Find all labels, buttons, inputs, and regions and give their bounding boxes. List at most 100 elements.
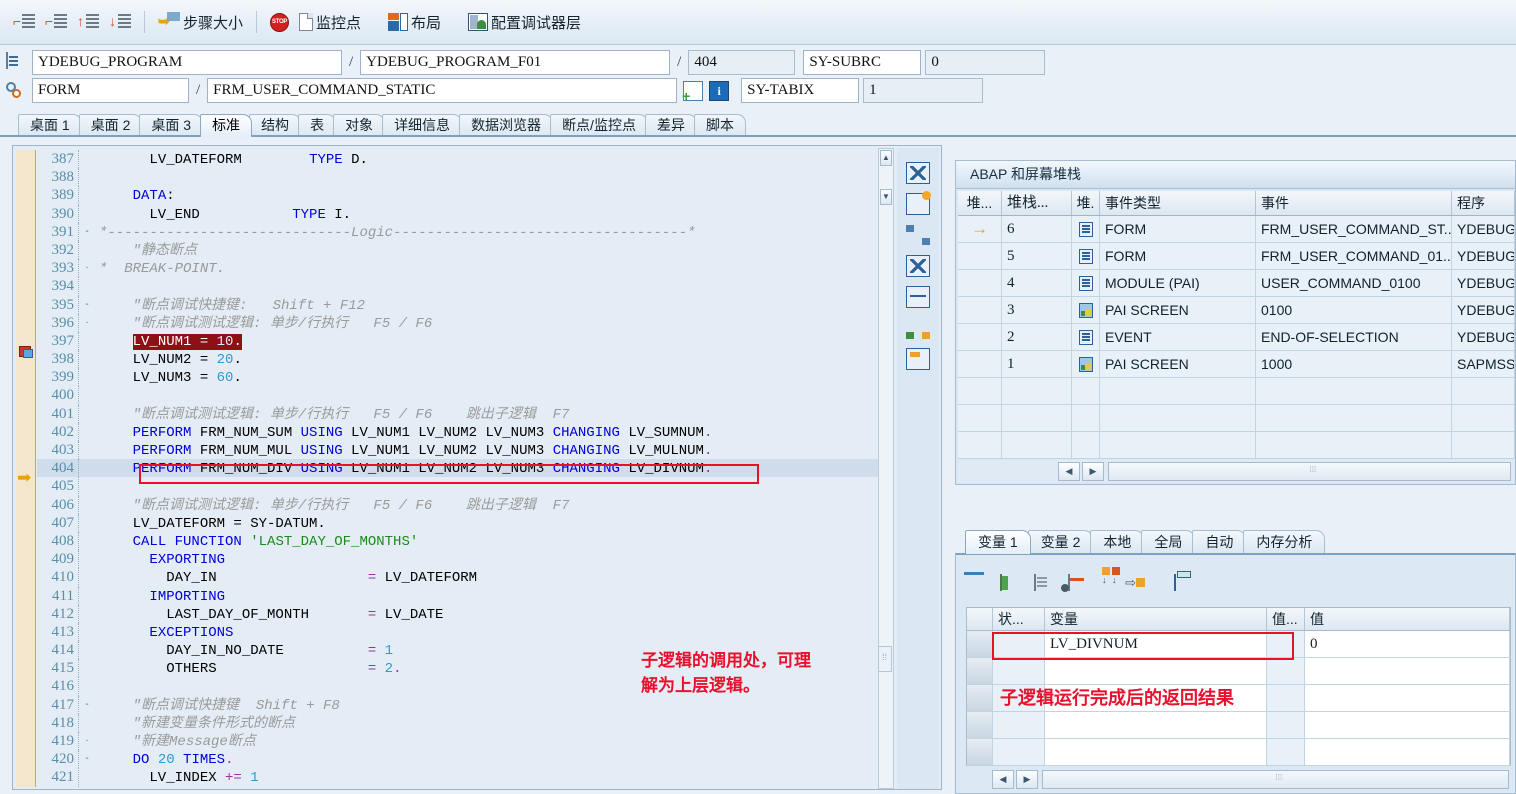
var-scroll-track[interactable] xyxy=(1042,769,1509,789)
variable-name[interactable] xyxy=(1045,739,1267,765)
code-line[interactable]: 421 LV_INDEX += 1 xyxy=(37,768,892,787)
transfer-icon[interactable]: ⇨ xyxy=(1125,575,1158,595)
compare-icon[interactable]: ↓ ↓ xyxy=(1102,567,1124,595)
swap-windows-icon[interactable] xyxy=(906,224,930,246)
variables-row[interactable] xyxy=(966,658,1511,685)
tab-1[interactable]: 桌面 2 xyxy=(78,114,143,137)
var-scroll-right-button[interactable]: ▶ xyxy=(1016,769,1038,789)
tab-11[interactable]: 脚本 xyxy=(693,114,746,137)
fold-marker[interactable]: - xyxy=(79,696,95,714)
variable-name[interactable] xyxy=(1045,658,1267,684)
config-debugger-layer-button[interactable]: 配置调试器层 xyxy=(463,5,586,39)
code-line[interactable]: 409 EXPORTING xyxy=(37,550,892,569)
code-line[interactable]: 399 LV_NUM3 = 60. xyxy=(37,368,892,387)
row-selector[interactable] xyxy=(967,685,993,711)
code-line[interactable]: 389 DATA: xyxy=(37,186,892,205)
fold-marker[interactable]: - xyxy=(79,750,95,768)
tab-6[interactable]: 对象 xyxy=(333,114,386,137)
resize-width-icon[interactable] xyxy=(906,286,930,308)
table-row[interactable]: 2 EVENTEND-OF-SELECTIONYDEBUG_ xyxy=(958,324,1515,351)
stack-column-header[interactable]: 程序 xyxy=(1452,191,1515,215)
variables-tab-3[interactable]: 全局 xyxy=(1141,530,1196,554)
new-window-icon[interactable] xyxy=(906,191,931,215)
variables-tab-5[interactable]: 内存分析 xyxy=(1243,530,1326,554)
close-window-icon[interactable] xyxy=(906,162,930,184)
event-name-field[interactable]: FRM_USER_COMMAND_STATIC xyxy=(207,78,678,103)
table-row-empty[interactable] xyxy=(958,378,1515,405)
delete-row-icon[interactable] xyxy=(1068,574,1090,595)
variables-column-header[interactable]: 值... xyxy=(1267,608,1305,630)
stack-scroll-left-button[interactable]: ◀ xyxy=(1058,461,1080,481)
code-line[interactable]: 413 EXCEPTIONS xyxy=(37,622,892,642)
step-size-button[interactable]: ➥ 步骤大小 xyxy=(153,5,248,39)
row-selector[interactable] xyxy=(967,658,993,684)
stack-column-header[interactable]: 事件类型 xyxy=(1100,191,1256,215)
stack-column-header[interactable]: 堆栈... xyxy=(1002,191,1072,215)
table-row[interactable]: 1 PAI SCREEN1000SAPMSSY xyxy=(958,351,1515,378)
code-line[interactable]: 387 LV_DATEFORM TYPE D. xyxy=(37,150,892,169)
step-into-button[interactable]: ⌐ xyxy=(8,5,40,39)
variables-tab-0[interactable]: 变量 1 xyxy=(965,530,1031,554)
tab-2[interactable]: 桌面 3 xyxy=(139,114,204,137)
variables-row[interactable] xyxy=(966,739,1511,766)
event-type-field[interactable]: FORM xyxy=(32,78,189,103)
table-row[interactable]: 5 FORMFRM_USER_COMMAND_01...YDEBUG_ xyxy=(958,243,1515,270)
code-line[interactable]: 398 LV_NUM2 = 20. xyxy=(37,350,892,369)
variables-horizontal-scrollbar[interactable]: ◀ ▶ xyxy=(992,769,1511,789)
variable-value[interactable] xyxy=(1305,739,1510,765)
stop-button[interactable]: STOP xyxy=(265,5,294,39)
step-over-button[interactable]: ⌐ xyxy=(40,5,72,39)
code-line[interactable]: 418 "新建变量条件形式的断点 xyxy=(37,713,892,733)
stack-table-body[interactable]: →6FORMFRM_USER_COMMAND_ST...YDEBUG_5FORM… xyxy=(958,216,1515,459)
variables-row[interactable] xyxy=(966,712,1511,739)
variables-tab-1[interactable]: 变量 2 xyxy=(1027,530,1094,554)
scroll-down-button[interactable]: ▼ xyxy=(880,189,892,205)
settings-services-icon[interactable] xyxy=(906,348,930,370)
code-line[interactable]: 394 xyxy=(37,277,892,296)
copy-row-icon[interactable] xyxy=(1034,574,1056,595)
code-line[interactable]: 420- DO 20 TIMES. xyxy=(37,750,892,769)
info-icon[interactable]: i xyxy=(709,80,730,101)
variable-value[interactable] xyxy=(1305,685,1510,711)
run-to-cursor-button[interactable]: ↓ xyxy=(104,5,136,39)
row-selector[interactable] xyxy=(967,631,993,657)
tab-4[interactable]: 结构 xyxy=(249,114,302,137)
code-line[interactable]: 408 CALL FUNCTION 'LAST_DAY_OF_MONTHS' xyxy=(37,531,892,551)
code-resize-grip[interactable] xyxy=(878,646,892,672)
var-scroll-left-button[interactable]: ◀ xyxy=(992,769,1014,789)
stack-scroll-track[interactable] xyxy=(1108,461,1511,481)
code-line[interactable]: 402 PERFORM FRM_NUM_SUM USING LV_NUM1 LV… xyxy=(37,422,892,442)
code-line[interactable]: 403 PERFORM FRM_NUM_MUL USING LV_NUM1 LV… xyxy=(37,441,892,460)
tab-3[interactable]: 标准 xyxy=(200,114,253,137)
code-line[interactable]: 388 xyxy=(37,168,892,187)
scroll-up-button[interactable]: ▲ xyxy=(880,150,892,166)
variables-tab-4[interactable]: 自动 xyxy=(1192,530,1247,554)
stack-column-header[interactable]: 堆. xyxy=(1072,191,1100,215)
fold-marker[interactable]: - xyxy=(79,223,95,241)
code-line[interactable]: 406 "断点调试测试逻辑: 单步/行执行 F5 / F6 跳出子逻辑 F7 xyxy=(37,495,892,514)
code-vertical-scrollbar[interactable]: ▲ ▼ xyxy=(878,148,894,789)
code-line[interactable]: 390 LV_END TYPE I. xyxy=(37,204,892,223)
restore-icon[interactable] xyxy=(1174,574,1196,595)
table-row[interactable]: → 6 FORMFRM_USER_COMMAND_ST...YDEBUG_ xyxy=(958,216,1515,243)
tab-10[interactable]: 差异 xyxy=(644,114,697,137)
fold-marker[interactable]: · xyxy=(79,314,95,332)
maximize-icon[interactable] xyxy=(906,255,930,277)
layout-button[interactable]: 布局 xyxy=(383,5,446,39)
toggle-services-icon[interactable] xyxy=(906,317,930,339)
tab-9[interactable]: 断点/监控点 xyxy=(550,114,648,137)
variables-column-header[interactable] xyxy=(967,608,993,630)
table-row-empty[interactable] xyxy=(958,432,1515,459)
code-line[interactable]: 407 LV_DATEFORM = SY-DATUM. xyxy=(37,513,892,532)
code-line[interactable]: 392 "静态断点 xyxy=(37,240,892,260)
code-line[interactable]: 401 "断点调试测试逻辑: 单步/行执行 F5 / F6 跳出子逻辑 F7 xyxy=(37,404,892,423)
code-line[interactable]: 412 LAST_DAY_OF_MONTH = LV_DATE xyxy=(37,604,892,623)
stack-horizontal-scrollbar[interactable]: ◀ ▶ xyxy=(958,460,1513,482)
insert-row-icon[interactable] xyxy=(1000,574,1022,595)
variables-column-header[interactable]: 状... xyxy=(993,608,1045,630)
row-selector[interactable] xyxy=(967,739,993,765)
watchpoint-button[interactable]: 监控点 xyxy=(294,5,366,39)
code-line[interactable]: 391- *-----------------------------Logic-… xyxy=(37,222,892,241)
code-line[interactable]: 396 · "断点调试测试逻辑: 单步/行执行 F5 / F6 xyxy=(37,313,892,332)
code-line[interactable]: 397 LV_NUM1 = 10. xyxy=(37,331,892,351)
